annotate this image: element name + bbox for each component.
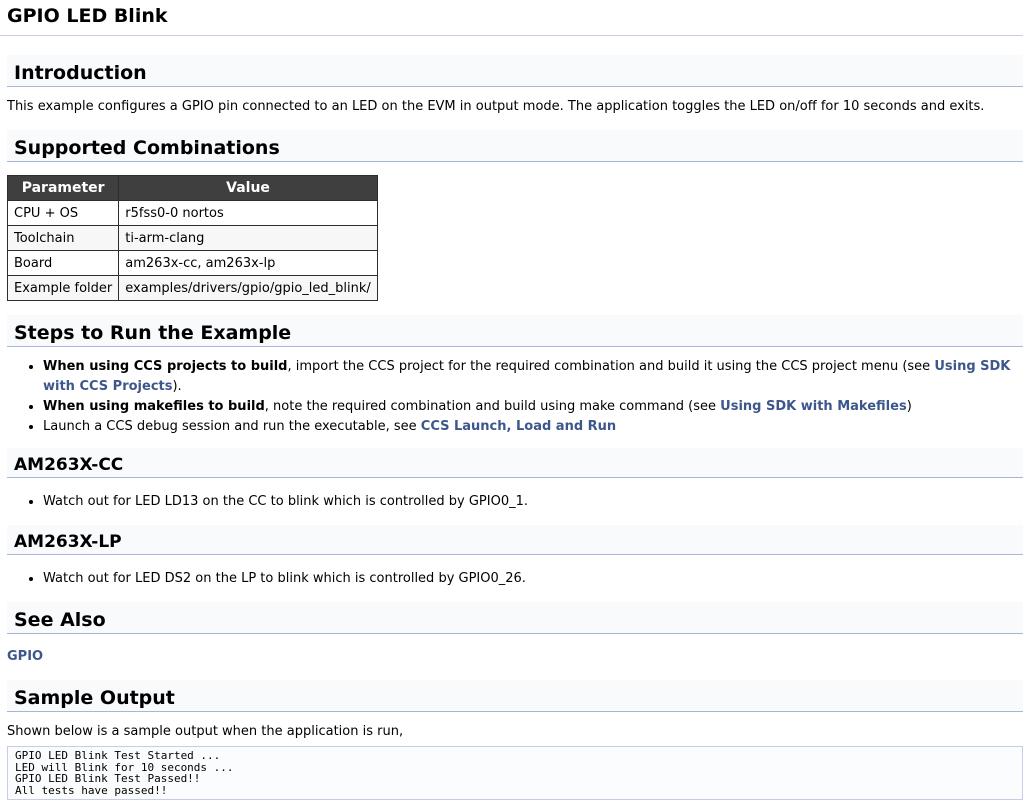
am263x-cc-heading: AM263X-CC [7,448,1023,478]
steps-heading: Steps to Run the Example [7,315,1023,347]
link-using-sdk-makefiles[interactable]: Using SDK with Makefiles [720,399,907,414]
page-title: GPIO LED Blink [7,5,168,27]
list-item: Watch out for LED DS2 on the LP to blink… [43,569,1023,589]
table-row: Toolchain ti-arm-clang [6,225,378,251]
table-row: Board am263x-cc, am263x-lp [6,250,378,276]
page-header: GPIO LED Blink [0,0,1023,36]
link-gpio[interactable]: GPIO [7,649,43,664]
am263x-lp-list: Watch out for LED DS2 on the LP to blink… [7,569,1023,589]
steps-list: When using CCS projects to build, import… [7,357,1023,437]
link-ccs-launch-load-run[interactable]: CCS Launch, Load and Run [421,419,616,434]
introduction-text: This example configures a GPIO pin conne… [7,99,985,114]
am263x-lp-heading: AM263X-LP [7,525,1023,555]
table-cell: Board [6,250,120,276]
table-row: CPU + OS r5fss0-0 nortos [6,200,378,226]
step-bold-label: When using makefiles to build [43,399,265,414]
table-cell: r5fss0-0 nortos [118,200,378,226]
step-text: , note the required combination and buil… [264,399,721,414]
step-tail: ). [172,379,182,394]
step-tail: ) [906,399,912,414]
supported-combinations-heading: Supported Combinations [7,130,1023,162]
list-item: When using CCS projects to build, import… [43,357,1023,397]
step-text: Launch a CCS debug session and run the e… [43,419,421,434]
list-item: Launch a CCS debug session and run the e… [43,417,1023,437]
see-also-heading: See Also [7,602,1023,634]
list-item: When using makefiles to build, note the … [43,397,1023,417]
list-item: Watch out for LED LD13 on the CC to blin… [43,492,1023,512]
page-content: Introduction This example configures a G… [0,36,1023,800]
introduction-heading: Introduction [7,55,1023,87]
table-cell: Example folder [6,275,120,301]
table-cell: am263x-cc, am263x-lp [118,250,378,276]
step-bold-label: When using CCS projects to build [43,359,288,374]
sample-output-text: Shown below is a sample output when the … [7,724,404,739]
table-cell: Toolchain [6,225,120,251]
table-cell: CPU + OS [6,200,120,226]
table-header-row: Parameter Value [6,175,378,201]
sample-output-heading: Sample Output [7,680,1023,712]
column-header-value: Value [118,175,378,201]
table-row: Example folder examples/drivers/gpio/gpi… [6,275,378,301]
table-cell: examples/drivers/gpio/gpio_led_blink/ [118,275,378,301]
am263x-cc-list: Watch out for LED LD13 on the CC to blin… [7,492,1023,512]
table-cell: ti-arm-clang [118,225,378,251]
step-text: , import the CCS project for the require… [287,359,935,374]
supported-combinations-table: Parameter Value CPU + OS r5fss0-0 nortos… [6,175,378,301]
column-header-parameter: Parameter [6,175,120,201]
